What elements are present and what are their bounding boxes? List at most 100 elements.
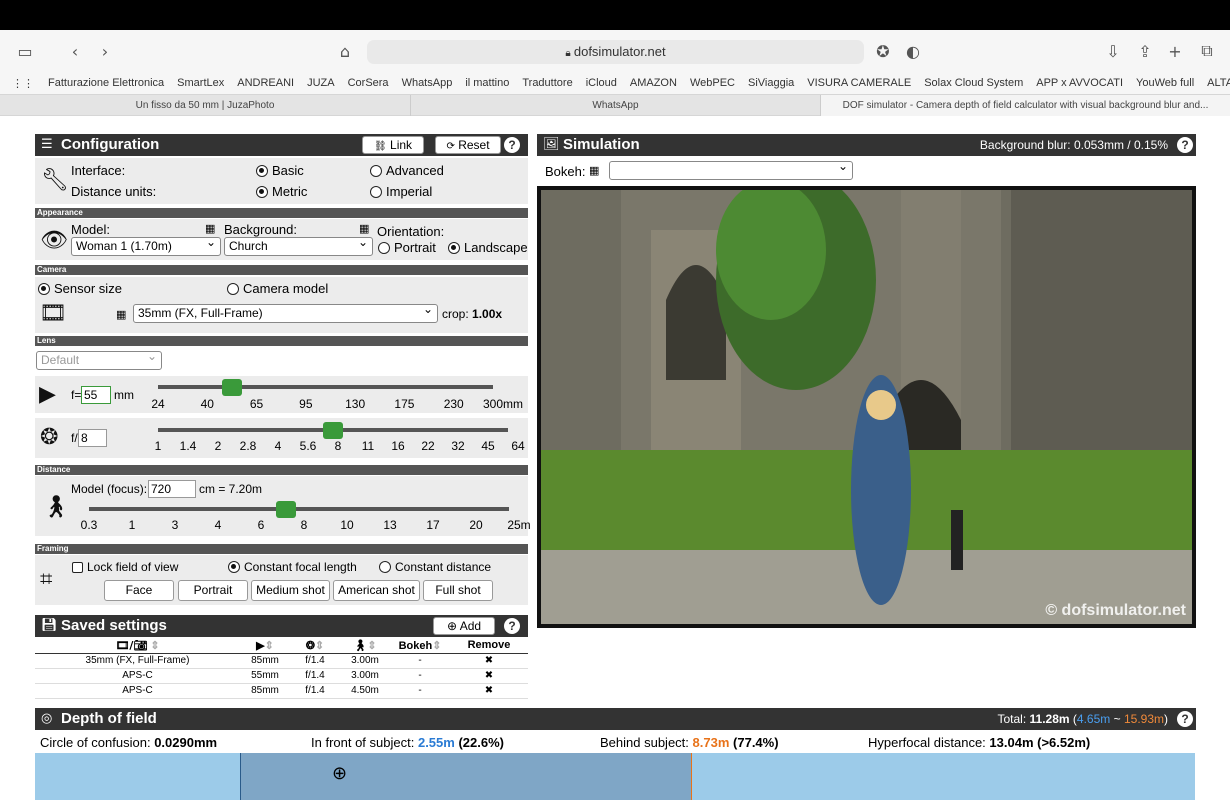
grid-icon[interactable]: ⋮⋮ [12, 77, 34, 90]
units-metric-radio[interactable]: Metric [256, 184, 307, 199]
favorite-item[interactable]: JUZA [307, 77, 335, 89]
table-row[interactable]: 35mm (FX, Full-Frame) 85mm f/1.4 3.00m -… [35, 653, 528, 669]
dof-header: ◎ Depth of field Total: 11.28m (4.65m ~ … [35, 708, 1196, 730]
help-icon[interactable]: ? [504, 137, 520, 153]
tab-whatsapp[interactable]: WhatsApp [410, 95, 820, 116]
dof-help-icon[interactable]: ? [1177, 711, 1193, 727]
col-bokeh[interactable]: Bokeh⇕ [390, 638, 450, 654]
favorite-item[interactable]: APP x AVVOCATI [1036, 77, 1123, 89]
favorite-item[interactable]: WhatsApp [402, 77, 453, 89]
aperture-input[interactable]: 8 [78, 429, 107, 447]
sensor-size-radio[interactable]: Sensor size [38, 281, 122, 296]
units-imperial-radio[interactable]: Imperial [370, 184, 432, 199]
orientation-portrait-radio[interactable]: Portrait [378, 240, 436, 255]
simulation-image: © dofsimulator.net [537, 186, 1196, 628]
table-row[interactable]: APS-C 85mm f/1.4 4.50m - ✖ [35, 683, 528, 699]
video-icon: ▶︎ [256, 639, 265, 652]
zoom-icon[interactable]: ⊕ [332, 763, 347, 784]
col-aperture[interactable]: ❂⇕ [290, 638, 340, 654]
favorites-bar: ⋮⋮ Fatturazione Elettronica SmartLex ANDRE… [0, 72, 1230, 94]
remove-icon[interactable]: ✖ [450, 683, 528, 699]
favorite-item[interactable]: Fatturazione Elettronica [48, 77, 164, 89]
bokeh-select[interactable] [609, 158, 853, 180]
cell-aperture: f/1.4 [290, 653, 340, 669]
favorite-item[interactable]: VISURA CAMERALE [807, 77, 911, 89]
download-icon[interactable]: ⇩ [1100, 38, 1126, 64]
col-distance[interactable]: 🚶︎⇕ [340, 638, 390, 654]
favorite-item[interactable]: iCloud [586, 77, 617, 89]
focus-distance-input[interactable]: 720 [148, 480, 196, 498]
framing-row: ⌗ Lock field of view Constant focal leng… [35, 555, 528, 605]
focal-length-input[interactable]: 55 [81, 386, 111, 404]
home-icon[interactable]: ⌂ [332, 38, 358, 64]
simulation-header: 🖼︎ Simulation Background blur: 0.053mm /… [537, 134, 1196, 156]
focal-length-slider-thumb[interactable] [221, 379, 242, 396]
remove-icon[interactable]: ✖ [450, 668, 528, 684]
orientation-landscape-radio[interactable]: Landscape [448, 240, 528, 255]
table-row[interactable]: APS-C 55mm f/1.4 3.00m - ✖ [35, 668, 528, 684]
favorite-item[interactable]: CorSera [348, 77, 389, 89]
camera-section-title: Camera [35, 265, 528, 275]
american-shot-button[interactable]: American shot [333, 580, 420, 601]
shield-icon[interactable]: ◐ [900, 38, 926, 64]
forward-icon[interactable]: › [92, 38, 118, 64]
distance-slider-track[interactable] [89, 507, 509, 511]
focal-length-row: ▶︎ f= 55 mm 24 40 65 95 130 175 230 300mm [35, 376, 528, 413]
new-tab-icon[interactable]: + [1162, 38, 1188, 64]
add-button[interactable]: ⊕ Add [433, 617, 495, 635]
col-sensor[interactable]: 🎞︎/📷︎ ⇕ [35, 638, 240, 654]
interface-advanced-radio[interactable]: Advanced [370, 163, 444, 178]
favorite-item[interactable]: AMAZON [630, 77, 677, 89]
background-grid-icon[interactable]: ▦ [205, 222, 215, 235]
model-select[interactable]: Woman 1 (1.70m) [71, 234, 221, 256]
favorite-item[interactable]: il mattino [465, 77, 509, 89]
constant-distance-radio[interactable]: Constant distance [379, 560, 491, 574]
favorite-item[interactable]: Traduttore [522, 77, 572, 89]
favorite-item[interactable]: ALTALEX [1207, 77, 1230, 89]
saved-help-icon[interactable]: ? [504, 618, 520, 634]
share-icon[interactable]: ⇪ [1132, 38, 1158, 64]
constant-focal-radio[interactable]: Constant focal length [228, 560, 357, 574]
background-select[interactable]: Church [224, 234, 373, 256]
sidebar-icon[interactable]: ▭ [12, 38, 38, 64]
favorite-item[interactable]: Solax Cloud System [924, 77, 1023, 89]
focal-length-slider-track[interactable] [158, 385, 493, 389]
simulation-help-icon[interactable]: ? [1177, 137, 1193, 153]
favorite-item[interactable]: WebPEC [690, 77, 735, 89]
extension-icon[interactable]: ✪ [870, 38, 896, 64]
sensor-grid-icon[interactable]: ▦ [116, 308, 126, 321]
lens-select[interactable]: Default [36, 348, 162, 370]
full-shot-button[interactable]: Full shot [423, 580, 493, 601]
sensor-select[interactable]: 35mm (FX, Full-Frame) [133, 301, 438, 323]
link-button[interactable]: ⛓ Link [362, 136, 424, 154]
slider-tick-label: 130 [345, 397, 366, 411]
slider-tick-label: 10 [340, 518, 354, 532]
image-icon: 🖼︎ [543, 137, 560, 152]
tabs-overview-icon[interactable]: ⧉ [1194, 38, 1220, 64]
col-focal[interactable]: ▶︎⇕ [240, 638, 290, 654]
interface-basic-radio[interactable]: Basic [256, 163, 304, 178]
favorite-item[interactable]: YouWeb full [1136, 77, 1194, 89]
remove-icon[interactable]: ✖ [450, 653, 528, 669]
distance-row: 🚶︎ Model (focus): 720 cm = 7.20m 0.3 1 3 4 6… [35, 476, 531, 536]
tab-dofsimulator[interactable]: DOF simulator - Camera depth of field ca… [820, 95, 1230, 116]
portrait-button[interactable]: Portrait [178, 580, 248, 601]
lock-fov-checkbox[interactable]: Lock field of view [72, 560, 178, 574]
saved-settings-header: 💾︎ Saved settings ⊕ Add ? [35, 615, 528, 637]
favorite-item[interactable]: ANDREANI [237, 77, 294, 89]
favorite-item[interactable]: SiViaggia [748, 77, 794, 89]
slider-tick-label: 64 [511, 439, 525, 453]
favorite-item[interactable]: SmartLex [177, 77, 224, 89]
slider-tick-label: 1 [128, 518, 136, 532]
bokeh-grid-icon[interactable]: ▦ [589, 164, 599, 177]
face-button[interactable]: Face [104, 580, 174, 601]
back-icon[interactable]: ‹ [62, 38, 88, 64]
address-bar[interactable]: 🔒︎ dofsimulator.net [367, 40, 864, 64]
distance-slider-thumb[interactable] [276, 501, 297, 518]
medium-shot-button[interactable]: Medium shot [251, 580, 330, 601]
reset-button[interactable]: ⟳ Reset [435, 136, 501, 154]
orientation-grid-icon[interactable]: ▦ [359, 222, 369, 235]
tab-juzaphoto[interactable]: Un fisso da 50 mm | JuzaPhoto [0, 95, 410, 116]
aperture-slider-thumb[interactable] [323, 422, 343, 439]
camera-model-radio[interactable]: Camera model [227, 281, 328, 296]
